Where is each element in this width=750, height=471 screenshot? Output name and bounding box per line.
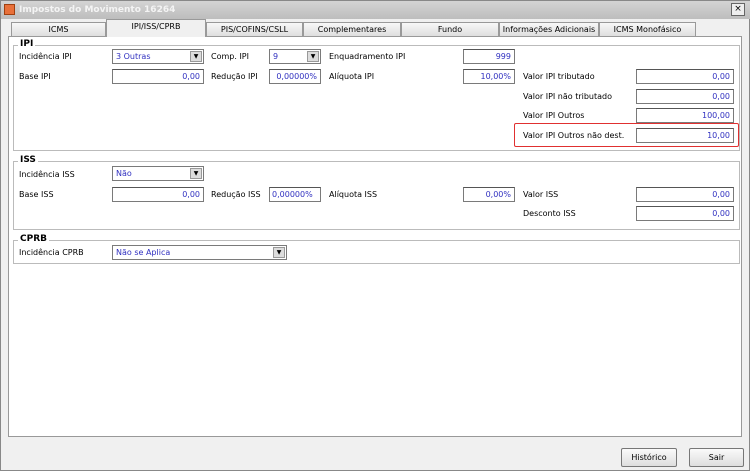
valor-iss-input[interactable]: 0,00 bbox=[636, 187, 734, 202]
chevron-down-icon[interactable]: ▼ bbox=[273, 247, 285, 258]
comp-ipi-select[interactable]: 9 ▼ bbox=[269, 49, 321, 64]
valor-ipi-tributado-input[interactable]: 0,00 bbox=[636, 69, 734, 84]
incidencia-iss-value: Não bbox=[116, 169, 132, 178]
enquadramento-ipi-label: Enquadramento IPI bbox=[329, 52, 406, 61]
valor-ipi-tributado-label: Valor IPI tributado bbox=[523, 72, 595, 81]
tab-informacoes-adicionais[interactable]: Informações Adicionais bbox=[499, 22, 599, 37]
valor-ipi-nao-tributado-input[interactable]: 0,00 bbox=[636, 89, 734, 104]
comp-ipi-label: Comp. IPI bbox=[211, 52, 249, 61]
incidencia-cprb-value: Não se Aplica bbox=[116, 248, 171, 257]
tab-pis-cofins-csll[interactable]: PIS/COFINS/CSLL bbox=[206, 22, 303, 37]
tab-icms-monofasico[interactable]: ICMS Monofásico bbox=[599, 22, 696, 37]
title-bar: Impostos do Movimento 16264 bbox=[1, 1, 750, 19]
tab-fundo-pobreza[interactable]: Fundo Pobreza/Rural/FTI bbox=[401, 22, 499, 48]
aliquota-iss-input[interactable]: 0,00% bbox=[463, 187, 515, 202]
reducao-ipi-label: Redução IPI bbox=[211, 72, 258, 81]
chevron-down-icon[interactable]: ▼ bbox=[190, 51, 202, 62]
aliquota-ipi-input[interactable]: 10,00% bbox=[463, 69, 515, 84]
reducao-ipi-input[interactable]: 0,00000% bbox=[269, 69, 321, 84]
incidencia-ipi-value: 3 Outras bbox=[116, 52, 151, 61]
tab-ipi-iss-cprb[interactable]: IPI/ISS/CPRB bbox=[106, 19, 206, 37]
valor-iss-label: Valor ISS bbox=[523, 190, 559, 199]
cprb-title: CPRB bbox=[18, 234, 49, 244]
incidencia-iss-select[interactable]: Não ▼ bbox=[112, 166, 204, 181]
valor-ipi-nao-tributado-label: Valor IPI não tributado bbox=[523, 92, 613, 101]
tab-icms[interactable]: ICMS bbox=[11, 22, 106, 37]
aliquota-ipi-label: Alíquota IPI bbox=[329, 72, 375, 81]
historico-button[interactable]: Histórico bbox=[621, 448, 677, 467]
tab-complementares[interactable]: Complementares bbox=[303, 22, 401, 37]
base-ipi-label: Base IPI bbox=[19, 72, 51, 81]
base-iss-label: Base ISS bbox=[19, 190, 54, 199]
aliquota-iss-label: Alíquota ISS bbox=[329, 190, 378, 199]
valor-ipi-outros-input[interactable]: 100,00 bbox=[636, 108, 734, 123]
ipi-title: IPI bbox=[18, 39, 36, 49]
valor-ipi-outros-nao-dest-input[interactable]: 10,00 bbox=[636, 128, 734, 143]
close-button[interactable]: × bbox=[731, 3, 745, 16]
chevron-down-icon[interactable]: ▼ bbox=[190, 168, 202, 179]
comp-ipi-value: 9 bbox=[273, 52, 279, 61]
incidencia-ipi-select[interactable]: 3 Outras ▼ bbox=[112, 49, 204, 64]
reducao-iss-input[interactable]: 0,00000% bbox=[269, 187, 321, 202]
valor-ipi-outros-label: Valor IPI Outros bbox=[523, 111, 585, 120]
incidencia-cprb-select[interactable]: Não se Aplica ▼ bbox=[112, 245, 287, 260]
enquadramento-ipi-input[interactable]: 999 bbox=[463, 49, 515, 64]
desconto-iss-input[interactable]: 0,00 bbox=[636, 206, 734, 221]
base-iss-input[interactable]: 0,00 bbox=[112, 187, 204, 202]
sair-button[interactable]: Sair bbox=[689, 448, 744, 467]
base-ipi-input[interactable]: 0,00 bbox=[112, 69, 204, 84]
incidencia-ipi-label: Incidência IPI bbox=[19, 52, 72, 61]
iss-title: ISS bbox=[18, 155, 38, 165]
chevron-down-icon[interactable]: ▼ bbox=[307, 51, 319, 62]
incidencia-iss-label: Incidência ISS bbox=[19, 170, 75, 179]
window-title: Impostos do Movimento 16264 bbox=[19, 5, 176, 15]
desconto-iss-label: Desconto ISS bbox=[523, 209, 576, 218]
app-icon bbox=[4, 4, 15, 15]
valor-ipi-outros-nao-dest-label: Valor IPI Outros não dest. bbox=[523, 131, 625, 140]
reducao-iss-label: Redução ISS bbox=[211, 190, 261, 199]
incidencia-cprb-label: Incidência CPRB bbox=[19, 248, 84, 257]
